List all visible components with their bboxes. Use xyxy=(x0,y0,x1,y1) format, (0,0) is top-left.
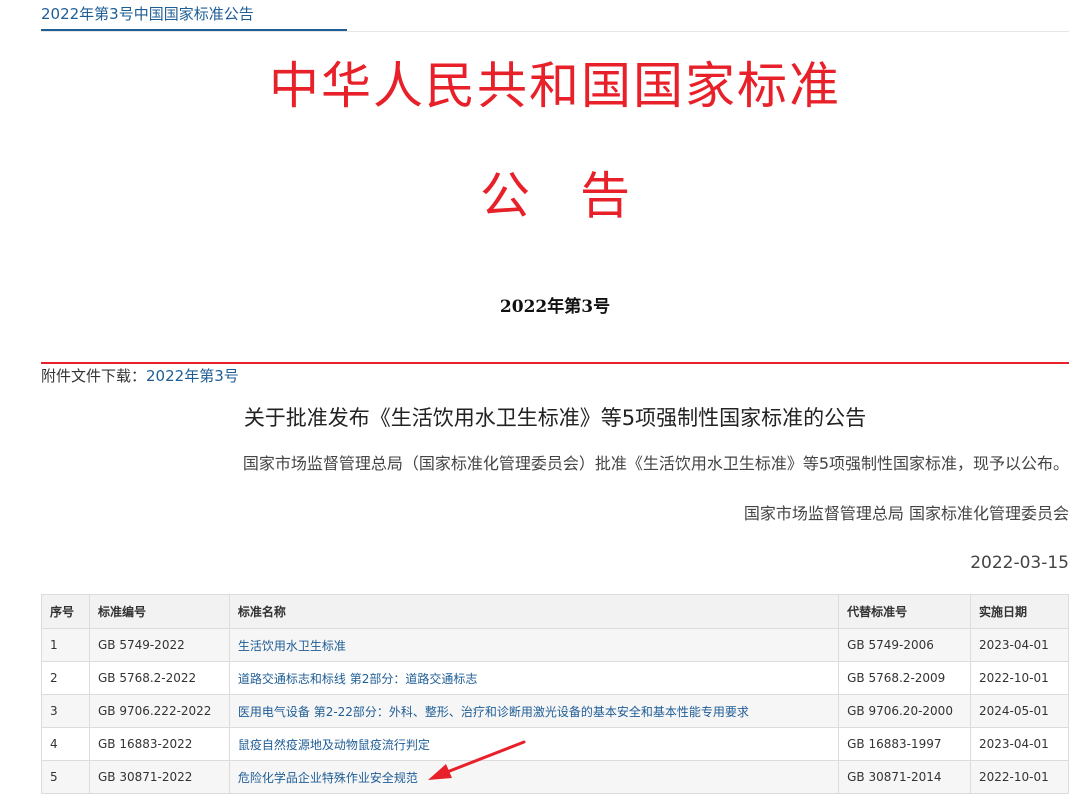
issue-number: 2022年第3号 xyxy=(499,297,611,317)
cell-code: GB 16883-2022 xyxy=(88,727,230,761)
cell-date: 2023-04-01 xyxy=(970,628,1069,662)
table-row: 5 GB 30871-2022 危险化学品企业特殊作业安全规范 GB 30871… xyxy=(41,760,1069,794)
announcement-date: 2022-03-15 xyxy=(970,553,1069,573)
attachment-label: 附件文件下载： xyxy=(41,367,147,385)
attachment-link[interactable]: 2022年第3号 xyxy=(146,367,239,385)
header-seq: 序号 xyxy=(41,594,90,629)
announcement-signature: 国家市场监督管理总局 国家标准化管理委员会 xyxy=(743,504,1069,523)
header-name: 标准名称 xyxy=(228,594,840,629)
standards-table: 序号 标准编号 标准名称 代替标准号 实施日期 1 GB 5749-2022 生… xyxy=(41,594,1069,794)
notice-char-1: 公 xyxy=(480,167,530,225)
cell-code: GB 5768.2-2022 xyxy=(88,661,230,695)
page-title: 中华人民共和国国家标准 xyxy=(269,57,841,115)
standard-link[interactable]: 危险化学品企业特殊作业安全规范 xyxy=(238,771,418,785)
cell-replaced: GB 30871-2014 xyxy=(838,760,972,794)
cell-name: 道路交通标志和标线 第2部分：道路交通标志 xyxy=(228,661,840,695)
table-header-row: 序号 标准编号 标准名称 代替标准号 实施日期 xyxy=(41,594,1069,629)
table-row: 1 GB 5749-2022 生活饮用水卫生标准 GB 5749-2006 20… xyxy=(41,628,1069,662)
standard-link[interactable]: 医用电气设备 第2-22部分：外科、整形、治疗和诊断用激光设备的基本安全和基本性… xyxy=(238,705,749,719)
announcement-body: 国家市场监督管理总局（国家标准化管理委员会）批准《生活饮用水卫生标准》等5项强制… xyxy=(242,454,1069,473)
cell-date: 2022-10-01 xyxy=(970,661,1069,695)
red-arrow-annotation-icon xyxy=(428,740,526,780)
notice-char-2: 告 xyxy=(580,167,630,225)
header-replaced: 代替标准号 xyxy=(838,594,972,629)
cell-date: 2023-04-01 xyxy=(970,727,1069,761)
table-row: 3 GB 9706.222-2022 医用电气设备 第2-22部分：外科、整形、… xyxy=(41,694,1069,728)
breadcrumb-tab[interactable]: 2022年第3号中国国家标准公告 xyxy=(41,0,347,32)
header-date: 实施日期 xyxy=(970,594,1069,629)
cell-seq: 4 xyxy=(41,727,90,761)
cell-code: GB 5749-2022 xyxy=(88,628,230,662)
standard-link[interactable]: 生活饮用水卫生标准 xyxy=(238,639,346,653)
table-row: 2 GB 5768.2-2022 道路交通标志和标线 第2部分：道路交通标志 G… xyxy=(41,661,1069,695)
cell-code: GB 9706.222-2022 xyxy=(88,694,230,728)
cell-date: 2022-10-01 xyxy=(970,760,1069,794)
cell-seq: 1 xyxy=(41,628,90,662)
cell-replaced: GB 16883-1997 xyxy=(838,727,972,761)
header-code: 标准编号 xyxy=(88,594,230,629)
cell-seq: 2 xyxy=(41,661,90,695)
cell-date: 2024-05-01 xyxy=(970,694,1069,728)
cell-name: 医用电气设备 第2-22部分：外科、整形、治疗和诊断用激光设备的基本安全和基本性… xyxy=(228,694,840,728)
attachment-row: 附件文件下载：2022年第3号 xyxy=(41,366,239,386)
standard-link[interactable]: 道路交通标志和标线 第2部分：道路交通标志 xyxy=(238,672,477,686)
cell-seq: 5 xyxy=(41,760,90,794)
cell-replaced: GB 5749-2006 xyxy=(838,628,972,662)
cell-code: GB 30871-2022 xyxy=(88,760,230,794)
announcement-title: 关于批准发布《生活饮用水卫生标准》等5项强制性国家标准的公告 xyxy=(243,406,867,430)
cell-name: 危险化学品企业特殊作业安全规范 xyxy=(228,760,840,794)
cell-replaced: GB 9706.20-2000 xyxy=(838,694,972,728)
cell-name: 鼠疫自然疫源地及动物鼠疫流行判定 xyxy=(228,727,840,761)
cell-name: 生活饮用水卫生标准 xyxy=(228,628,840,662)
table-row: 4 GB 16883-2022 鼠疫自然疫源地及动物鼠疫流行判定 GB 1688… xyxy=(41,727,1069,761)
cell-seq: 3 xyxy=(41,694,90,728)
red-divider xyxy=(41,362,1069,364)
notice-heading: 公告 xyxy=(0,166,1083,226)
tab-divider xyxy=(41,31,1069,32)
cell-replaced: GB 5768.2-2009 xyxy=(838,661,972,695)
standard-link[interactable]: 鼠疫自然疫源地及动物鼠疫流行判定 xyxy=(238,738,430,752)
